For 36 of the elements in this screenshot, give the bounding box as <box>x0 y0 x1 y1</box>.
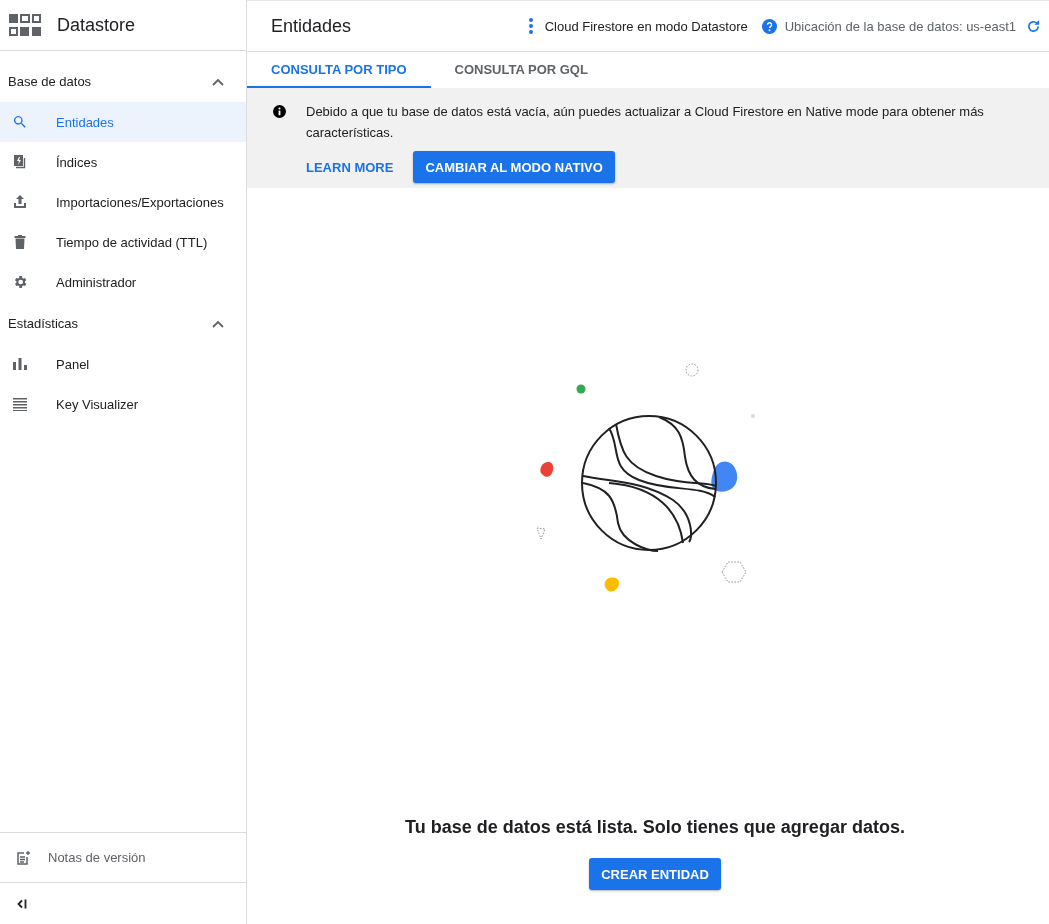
notes-icon <box>17 850 31 865</box>
help-icon[interactable] <box>761 18 777 34</box>
learn-more-link[interactable]: LEARN MORE <box>306 159 394 175</box>
grid-icon <box>12 396 28 412</box>
database-mode: Cloud Firestore en modo Datastore <box>544 18 748 34</box>
section-title: Base de datos <box>8 73 92 89</box>
switch-mode-button[interactable]: CAMBIAR AL MODO NATIVO <box>413 151 615 183</box>
chevron-up-icon[interactable] <box>212 77 224 86</box>
grid-logo-icon <box>9 14 41 36</box>
tab[interactable]: CONSULTA POR GQL <box>430 52 612 88</box>
collapse-icon[interactable] <box>17 898 27 909</box>
nav-item[interactable]: Key Visualizer <box>0 384 246 424</box>
section-title: Estadísticas <box>8 315 79 331</box>
empty-state-message: Tu base de datos está lista. Solo tienes que agregar datos. <box>405 817 905 838</box>
search-icon <box>12 114 28 130</box>
banner-message: Debido a que tu base de datos está vacía, aún puedes actualizar a Cloud Firestore en Native mode para obtener más características. <box>306 103 985 142</box>
info-icon <box>273 105 286 118</box>
refresh-icon[interactable] <box>1026 18 1041 34</box>
nav-item[interactable]: Panel <box>0 344 246 384</box>
nav-item[interactable]: Entidades <box>0 102 246 142</box>
release-notes-link[interactable]: Notas de versión <box>0 832 246 882</box>
settings-icon <box>12 274 28 290</box>
app-title: Datastore <box>57 14 136 36</box>
nav-item[interactable]: Administrador <box>0 262 246 302</box>
page-title: Entidades <box>271 15 353 37</box>
nav-item[interactable]: Índices <box>0 142 246 182</box>
document-icon <box>12 154 28 170</box>
create-entity-button[interactable]: CREAR ENTIDAD <box>589 858 721 890</box>
database-location: Ubicación de la base de datos: us-east1 <box>784 18 1016 34</box>
more-icon[interactable] <box>528 18 533 34</box>
bar-chart-icon <box>12 356 28 372</box>
nav-item[interactable]: Importaciones/Exportaciones <box>0 182 246 222</box>
trash-icon <box>12 234 28 250</box>
upload-icon <box>12 194 28 210</box>
chevron-up-icon[interactable] <box>212 319 224 328</box>
nav-item[interactable]: Tiempo de actividad (TTL) <box>0 222 246 262</box>
